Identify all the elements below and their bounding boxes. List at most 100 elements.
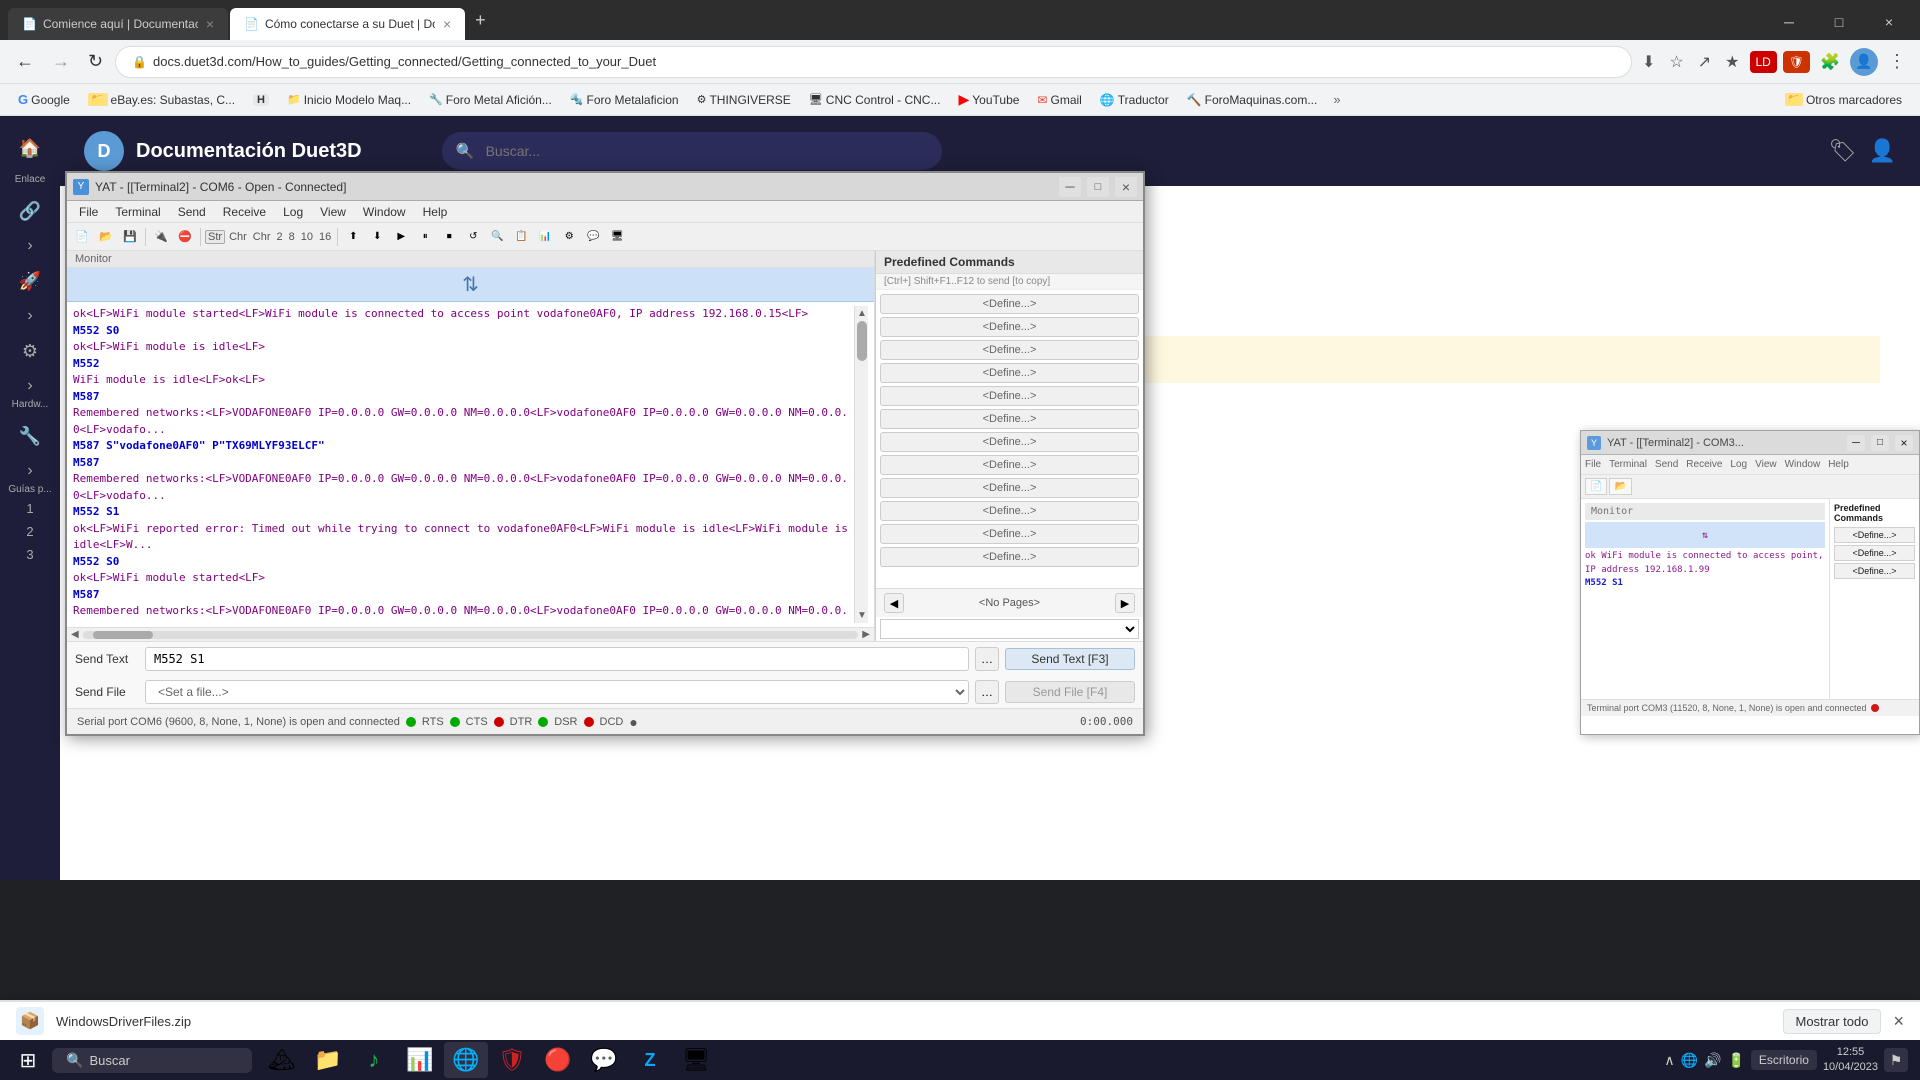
nav-gear-icon[interactable]: ⚙ xyxy=(8,329,52,373)
vertical-scrollbar[interactable]: ▲ ▼ xyxy=(854,306,868,623)
tag-icon[interactable]: 🏷 xyxy=(1829,138,1857,164)
tb-open[interactable]: 📂 xyxy=(95,227,117,247)
tb-new[interactable]: 📄 xyxy=(71,227,93,247)
user-avatar-button[interactable]: 👤 xyxy=(1850,48,1878,76)
send-file-dots-button[interactable]: … xyxy=(975,680,999,704)
menu-button[interactable]: ⋮ xyxy=(1884,47,1910,76)
bookmark-traductor[interactable]: 🌐 Traductor xyxy=(1092,90,1177,110)
h-right-arrow[interactable]: ▶ xyxy=(862,629,870,640)
bookmark-foromaquinas[interactable]: 🔨 ForoMaquinas.com... xyxy=(1179,90,1326,110)
bookmark-foro-metalaficion[interactable]: 🔩 Foro Metalaficion xyxy=(562,90,687,110)
bookmark-gmail[interactable]: ✉ Gmail xyxy=(1029,90,1089,110)
taskbar-app-spotify[interactable]: ♪ xyxy=(352,1042,396,1078)
bg-define-btn2[interactable]: <Define...> xyxy=(1834,545,1915,561)
tb-btn-i[interactable]: 📊 xyxy=(534,227,556,247)
nav-home-icon[interactable]: 🏠 xyxy=(8,126,52,170)
user-icon[interactable]: 👤 xyxy=(1869,138,1896,164)
menu-help[interactable]: Help xyxy=(415,203,456,221)
predefined-btn-6[interactable]: <Define...> xyxy=(880,432,1139,452)
taskbar-app-sqlserver[interactable]: 🛡 xyxy=(490,1042,534,1078)
escritorio-button[interactable]: Escritorio xyxy=(1751,1050,1817,1070)
bg-yat-close[interactable]: × xyxy=(1895,435,1913,451)
browser-tab-1[interactable]: 📄 Comience aquí | Documentación... × xyxy=(8,8,228,40)
reload-button[interactable]: ↻ xyxy=(82,47,109,76)
tb-disconnect[interactable]: ⛔ xyxy=(174,227,196,247)
yat-restore-button[interactable]: □ xyxy=(1087,177,1109,197)
predefined-btn-9[interactable]: <Define...> xyxy=(880,501,1139,521)
taskbar-app-terminal[interactable]: 🖥 xyxy=(674,1042,718,1078)
predefined-btn-5[interactable]: <Define...> xyxy=(880,409,1139,429)
bg-yat-restore[interactable]: □ xyxy=(1871,435,1889,451)
predefined-btn-10[interactable]: <Define...> xyxy=(880,524,1139,544)
menu-log[interactable]: Log xyxy=(275,203,311,221)
bookmark-google[interactable]: G Google xyxy=(10,89,78,110)
nav-num2[interactable]: 2 xyxy=(24,522,35,541)
bg-scroll-header[interactable]: ⇅ xyxy=(1585,522,1825,548)
menu-file[interactable]: File xyxy=(71,203,106,221)
tb-connect[interactable]: 🔌 xyxy=(150,227,172,247)
tb-btn-e[interactable]: ⏹ xyxy=(438,227,460,247)
browser-tab-2[interactable]: 📄 Cómo conectarse a su Duet | Do... × xyxy=(230,8,465,40)
tray-battery-icon[interactable]: 🔋 xyxy=(1727,1052,1744,1069)
nav-chevron3[interactable]: › xyxy=(27,377,32,395)
taskbar-app-chrome[interactable]: 🌐 xyxy=(444,1042,488,1078)
scroll-up-arrow[interactable]: ▲ xyxy=(855,306,868,321)
nav-num3[interactable]: 3 xyxy=(24,545,35,564)
send-text-dots-button[interactable]: … xyxy=(975,647,999,671)
predefined-page-select[interactable] xyxy=(880,619,1139,639)
browser-close-button[interactable]: × xyxy=(1866,8,1912,36)
yat-close-button[interactable]: × xyxy=(1115,177,1137,197)
h-left-arrow[interactable]: ◀ xyxy=(71,629,79,640)
send-text-button[interactable]: Send Text [F3] xyxy=(1005,648,1135,670)
back-button[interactable]: ← xyxy=(10,47,40,76)
h-scroll-thumb[interactable] xyxy=(93,631,153,639)
star-icon-button[interactable]: ★ xyxy=(1721,48,1743,76)
taskbar-search-box[interactable]: 🔍 Buscar xyxy=(52,1048,252,1073)
tab1-close[interactable]: × xyxy=(206,16,214,32)
send-text-input[interactable] xyxy=(145,647,969,671)
extensions-icon[interactable]: LD xyxy=(1750,51,1777,73)
duet-logo[interactable]: D Documentación Duet3D xyxy=(84,131,362,171)
taskbar-app-excel[interactable]: 📊 xyxy=(398,1042,442,1078)
bookmark-inicio[interactable]: 📁 Inicio Modelo Maq... xyxy=(279,90,419,110)
browser-minimize-button[interactable]: ─ xyxy=(1766,8,1812,36)
puzzle-icon[interactable]: 🧩 xyxy=(1816,48,1844,76)
tb-save[interactable]: 💾 xyxy=(119,227,141,247)
predefined-btn-0[interactable]: <Define...> xyxy=(880,294,1139,314)
bookmark-h[interactable]: H xyxy=(245,91,277,109)
address-bar[interactable]: 🔒 docs.duet3d.com/How_to_guides/Getting_… xyxy=(115,46,1632,78)
nav-chevron2[interactable]: › xyxy=(27,307,32,325)
send-file-select[interactable]: <Set a file...> xyxy=(145,680,969,704)
show-all-button[interactable]: Mostrar todo xyxy=(1783,1009,1882,1034)
menu-window[interactable]: Window xyxy=(355,203,414,221)
notification-button[interactable]: ⚑ xyxy=(1884,1048,1908,1072)
predefined-btn-1[interactable]: <Define...> xyxy=(880,317,1139,337)
bg-tb1[interactable]: 📄 xyxy=(1585,478,1607,495)
menu-view[interactable]: View xyxy=(312,203,354,221)
tb-btn-g[interactable]: 🔍 xyxy=(486,227,508,247)
tb-btn-b[interactable]: ⬇ xyxy=(366,227,388,247)
predefined-btn-11[interactable]: <Define...> xyxy=(880,547,1139,567)
tb-btn-l[interactable]: 🖥 xyxy=(606,227,628,247)
nav-chevron4[interactable]: › xyxy=(27,462,32,480)
yat-minimize-button[interactable]: ─ xyxy=(1059,177,1081,197)
nav-link-icon[interactable]: 🔗 xyxy=(8,189,52,233)
tb-btn-d[interactable]: ⏸ xyxy=(414,227,436,247)
scroll-thumb[interactable] xyxy=(857,321,867,361)
pages-prev-button[interactable]: ◀ xyxy=(884,593,904,613)
nav-rocket-icon[interactable]: 🚀 xyxy=(8,259,52,303)
bg-define-btn3[interactable]: <Define...> xyxy=(1834,563,1915,579)
predefined-btn-3[interactable]: <Define...> xyxy=(880,363,1139,383)
scroll-down-arrow[interactable]: ▼ xyxy=(855,608,868,623)
monitor-content[interactable]: ok<LF>WiFi module started<LF>WiFi module… xyxy=(67,302,874,627)
taskbar-app-red[interactable]: 🔴 xyxy=(536,1042,580,1078)
new-tab-button[interactable]: + xyxy=(467,10,494,31)
download-close-button[interactable]: × xyxy=(1893,1011,1904,1032)
bg-yat-minimize[interactable]: ─ xyxy=(1847,435,1865,451)
predefined-btn-4[interactable]: <Define...> xyxy=(880,386,1139,406)
predefined-btn-8[interactable]: <Define...> xyxy=(880,478,1139,498)
bg-define-btn1[interactable]: <Define...> xyxy=(1834,527,1915,543)
nav-chevron1[interactable]: › xyxy=(27,237,32,255)
browser-maximize-button[interactable]: □ xyxy=(1816,8,1862,36)
tb-btn-f[interactable]: ↺ xyxy=(462,227,484,247)
